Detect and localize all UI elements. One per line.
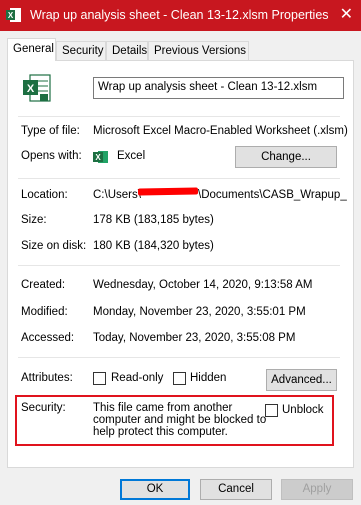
divider [18,357,340,358]
created-label: Created: [21,279,66,291]
svg-text:X: X [95,153,101,162]
divider [18,178,340,179]
security-line-2: computer and might be blocked to [93,414,267,426]
location-label: Location: [21,189,68,201]
size-on-disk-value: 180 KB (184,320 bytes) [93,240,214,252]
redaction-mark [137,187,199,196]
window-title: Wrap up analysis sheet - Clean 13-12.xls… [30,8,329,22]
change-button[interactable]: Change... [235,146,337,168]
svg-text:X: X [27,83,35,95]
svg-text:X: X [8,11,14,20]
size-value: 178 KB (183,185 bytes) [93,214,214,226]
security-label: Security: [21,402,66,414]
opens-with-label: Opens with: [21,150,82,162]
readonly-checkbox[interactable] [93,372,106,385]
tab-security[interactable]: Security [56,41,106,60]
advanced-button[interactable]: Advanced... [266,369,337,391]
hidden-label: Hidden [190,372,227,384]
size-label: Size: [21,214,47,226]
ok-button[interactable]: OK [120,479,190,500]
type-label: Type of file: [21,125,80,137]
modified-label: Modified: [21,306,68,318]
tab-details[interactable]: Details [106,41,148,60]
unblock-checkbox[interactable] [265,404,278,417]
attributes-label: Attributes: [21,372,73,384]
type-value: Microsoft Excel Macro-Enabled Worksheet … [93,125,348,137]
accessed-value: Today, November 23, 2020, 3:55:08 PM [93,332,296,344]
opens-with-value: Excel [117,150,146,162]
close-icon[interactable]: ✕ [340,6,353,24]
cancel-button[interactable]: Cancel [200,479,272,500]
accessed-label: Accessed: [21,332,75,344]
size-on-disk-label: Size on disk: [21,240,87,252]
security-line-1: This file came from another [93,402,233,414]
tab-previous-versions[interactable]: Previous Versions [148,41,249,60]
security-line-3: help protect this computer. [93,426,228,438]
tab-general[interactable]: General [7,38,56,61]
created-value: Wednesday, October 14, 2020, 9:13:58 AM [93,279,313,291]
location-suffix: \Documents\CASB_Wrapup_ [198,189,347,201]
excel-macro-icon: X [6,7,22,23]
location-prefix: C:\Users\ [93,189,141,201]
excel-icon: X [93,149,109,165]
filename-field[interactable]: Wrap up analysis sheet - Clean 13-12.xls… [93,77,344,99]
divider [18,265,340,266]
title-bar: X Wrap up analysis sheet - Clean 13-12.x… [0,0,361,31]
unblock-label: Unblock [282,404,324,416]
readonly-label: Read-only [111,372,164,384]
divider [18,116,340,117]
excel-macro-file-icon: X [21,72,53,104]
modified-value: Monday, November 23, 2020, 3:55:01 PM [93,306,306,318]
hidden-checkbox[interactable] [173,372,186,385]
apply-button[interactable]: Apply [281,479,353,500]
